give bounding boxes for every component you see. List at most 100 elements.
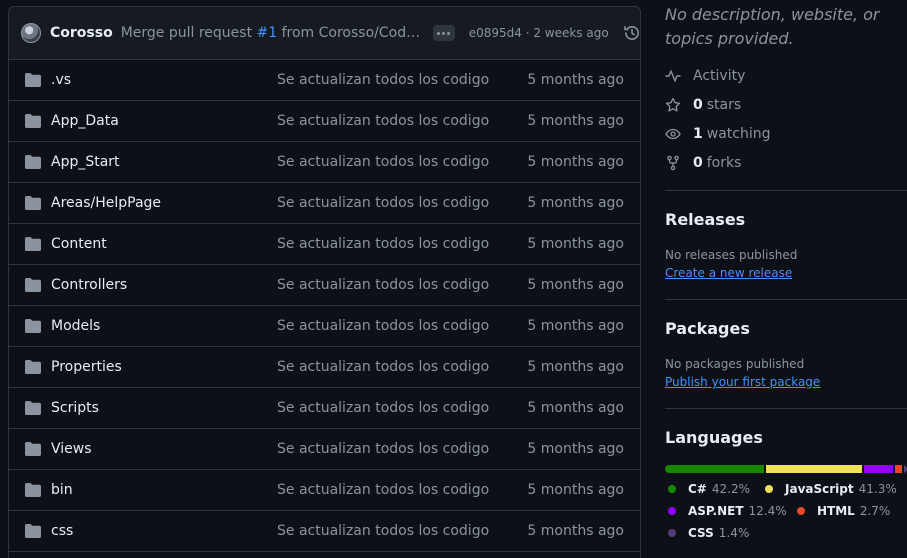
language-bar-segment[interactable] (895, 465, 902, 473)
language-item[interactable]: C# 42.2% (668, 482, 750, 496)
publish-package-link[interactable]: Publish your first package (665, 375, 820, 389)
history-icon[interactable] (623, 24, 640, 42)
language-item[interactable]: ASP.NET 12.4% (668, 504, 787, 518)
divider (665, 408, 907, 409)
file-name[interactable]: Properties (51, 359, 122, 375)
fork-icon (665, 155, 681, 171)
languages-title: Languages (665, 428, 763, 447)
commit-message-prefix[interactable]: Merge pull request (121, 25, 257, 41)
file-commit-message[interactable]: Se actualizan todos los codigo (277, 113, 489, 129)
language-name: ASP.NET (688, 504, 744, 518)
file-row[interactable]: Views Se actualizan todos los codigo 5 mon… (9, 429, 640, 470)
file-age: 5 months ago (527, 318, 624, 334)
language-item[interactable]: JavaScript 41.3% (765, 482, 897, 496)
file-commit-message[interactable]: Se actualizan todos los codigo (277, 400, 489, 416)
forks-link[interactable]: 0 forks (665, 155, 741, 171)
file-commit-message[interactable]: Se actualizan todos los codigo (277, 318, 489, 334)
language-bar-segment[interactable] (665, 465, 764, 473)
file-row[interactable]: Properties Se actualizan todos los codigo… (9, 347, 640, 388)
language-item[interactable]: HTML 2.7% (797, 504, 890, 518)
language-bar-segment[interactable] (903, 465, 907, 473)
file-commit-message[interactable]: Se actualizan todos los codigo (277, 72, 489, 88)
pull-request-link[interactable]: #1 (257, 25, 278, 41)
language-bar-segment[interactable] (765, 465, 863, 473)
releases-title[interactable]: Releases (665, 210, 745, 229)
star-icon (665, 97, 681, 113)
folder-icon (25, 237, 41, 251)
file-row[interactable]: Models Se actualizan todos los codigo 5 mo… (9, 306, 640, 347)
language-dot (797, 507, 805, 515)
activity-label: Activity (693, 68, 746, 84)
about-description: No description, website, or topics provi… (665, 5, 880, 48)
file-commit-message[interactable]: Se actualizan todos los codigo (277, 277, 489, 293)
file-name[interactable]: Models (51, 318, 100, 334)
file-commit-message[interactable]: Se actualizan todos los codigo (277, 441, 489, 457)
file-row[interactable]: Scripts Se actualizan todos los codigo 5 m… (9, 388, 640, 429)
latest-commit-bar: Corosso Merge pull request #1 from Coros… (9, 7, 640, 60)
avatar[interactable] (21, 23, 41, 43)
file-name[interactable]: css (51, 523, 73, 539)
file-row[interactable]: Content Se actualizan todos los codigo 5 m… (9, 224, 640, 265)
file-commit-message[interactable]: Se actualizan todos los codigo (277, 359, 489, 375)
create-release-link[interactable]: Create a new release (665, 266, 792, 280)
commit-author[interactable]: Corosso (50, 25, 113, 41)
language-percent: 12.4% (748, 504, 787, 518)
kebab-horizontal-icon[interactable] (432, 25, 455, 41)
file-row[interactable]: css Se actualizan todos los codigo 5 month… (9, 511, 640, 552)
packages-title[interactable]: Packages (665, 319, 750, 338)
file-name[interactable]: Controllers (51, 277, 127, 293)
file-commit-message[interactable]: Se actualizan todos los codigo (277, 236, 489, 252)
file-name[interactable]: Views (51, 441, 92, 457)
file-age: 5 months ago (527, 523, 624, 539)
file-commit-message[interactable]: Se actualizan todos los codigo (277, 523, 489, 539)
file-commit-message[interactable]: Se actualizan todos los codigo (277, 154, 489, 170)
file-name[interactable]: App_Start (51, 154, 120, 170)
forks-label: forks (706, 155, 742, 171)
file-name[interactable]: App_Data (51, 113, 119, 129)
file-browser: Corosso Merge pull request #1 from Coros… (8, 6, 641, 558)
file-row[interactable]: App_Data Se actualizan todos los codigo 5 … (9, 101, 640, 142)
stars-label: stars (706, 97, 742, 113)
language-name: C# (688, 482, 707, 496)
file-row[interactable]: Areas/HelpPage Se actualizan todos los co… (9, 183, 640, 224)
commit-message[interactable]: Merge pull request #1 from Corosso/Codig… (121, 25, 423, 41)
forks-count: 0 (693, 155, 703, 171)
file-row[interactable]: bin Se actualizan todos los codigo 5 month… (9, 470, 640, 511)
file-row[interactable]: .vs Se actualizan todos los codigo 5 month… (9, 60, 640, 101)
language-name: HTML (817, 504, 855, 518)
eye-icon (665, 126, 681, 142)
file-name[interactable]: .vs (51, 72, 71, 88)
file-commit-message[interactable]: Se actualizan todos los codigo (277, 195, 489, 211)
language-name: JavaScript (785, 482, 854, 496)
file-age: 5 months ago (527, 441, 624, 457)
language-bar-segment[interactable] (864, 465, 894, 473)
divider (665, 299, 907, 300)
language-dot (668, 529, 676, 537)
watching-link[interactable]: 1 watching (665, 126, 771, 142)
file-name[interactable]: Areas/HelpPage (51, 195, 161, 211)
language-item[interactable]: CSS 1.4% (668, 526, 749, 540)
folder-icon (25, 278, 41, 292)
file-commit-message[interactable]: Se actualizan todos los codigo (277, 482, 489, 498)
file-age: 5 months ago (527, 400, 624, 416)
folder-icon (25, 442, 41, 456)
activity-link[interactable]: Activity (665, 68, 745, 84)
stars-link[interactable]: 0 stars (665, 97, 741, 113)
file-name[interactable]: Scripts (51, 400, 99, 416)
language-dot (765, 485, 773, 493)
folder-icon (25, 524, 41, 538)
divider (665, 190, 907, 191)
folder-icon (25, 196, 41, 210)
file-row[interactable]: App_Start Se actualizan todos los codigo 5… (9, 142, 640, 183)
commit-message-suffix[interactable]: from Corosso/Codigo... (277, 25, 423, 41)
folder-icon (25, 114, 41, 128)
folder-icon (25, 360, 41, 374)
commit-meta[interactable]: e0895d4 · 2 weeks ago (469, 26, 609, 40)
file-age: 5 months ago (527, 72, 624, 88)
file-name[interactable]: Content (51, 236, 107, 252)
file-age: 5 months ago (527, 195, 624, 211)
file-row[interactable]: Controllers Se actualizan todos los codig… (9, 265, 640, 306)
file-age: 5 months ago (527, 482, 624, 498)
file-name[interactable]: bin (51, 482, 73, 498)
language-dot (668, 507, 676, 515)
